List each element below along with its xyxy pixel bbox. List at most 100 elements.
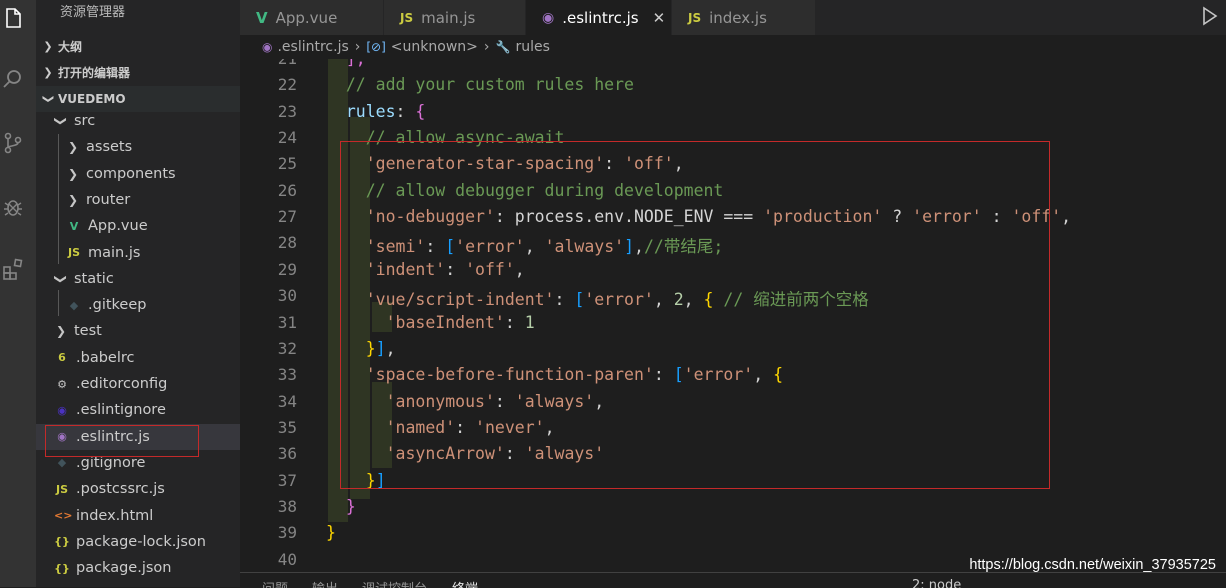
line-number: 36 — [277, 444, 297, 464]
wrench-icon: 🔧 — [495, 40, 511, 54]
tree-folder[interactable]: ❯ router — [36, 187, 240, 213]
tab-main-js[interactable]: JS main.js — [384, 0, 526, 35]
tree-folder[interactable]: ❯ assets — [36, 134, 240, 160]
line-number: 33 — [277, 365, 297, 385]
breadcrumb-item[interactable]: <unknown> — [391, 39, 478, 55]
chevron-right-icon: ❯ — [67, 192, 79, 207]
code-token: { — [415, 101, 426, 121]
tree-file[interactable]: <> index.html — [36, 503, 240, 529]
section-label: 大纲 — [58, 40, 83, 54]
tree-file[interactable]: ◉ .eslintignore — [36, 397, 240, 423]
code-line: 23 rules: { — [240, 102, 1226, 128]
tab-label: main.js — [421, 8, 476, 27]
editor-tabs: V App.vue JS main.js ◉ .eslintrc.js ✕ JS… — [240, 0, 1226, 35]
json-icon: {} — [54, 561, 70, 575]
chevron-right-icon: ❯ — [43, 66, 53, 79]
tree-file[interactable]: JS .postcssrc.js — [36, 476, 240, 502]
close-icon[interactable]: ✕ — [653, 9, 666, 27]
extensions-icon[interactable] — [0, 256, 26, 282]
line-number: 26 — [277, 180, 297, 200]
chevron-right-icon: ❯ — [43, 40, 53, 53]
line-number: 30 — [277, 286, 297, 306]
tree-file[interactable]: JS main.js — [36, 240, 240, 266]
js-icon: JS — [400, 10, 414, 25]
line-number: 27 — [277, 207, 297, 227]
tree-file[interactable]: 6 .babelrc — [36, 345, 240, 371]
tree-item-label: .eslintignore — [76, 402, 166, 419]
run-icon[interactable] — [1200, 4, 1220, 28]
explorer-title: 资源管理器 — [60, 5, 126, 20]
chevron-right-icon: › — [483, 39, 490, 55]
code-token: // add your custom rules here — [345, 75, 634, 95]
tree-folder[interactable]: ❯ static — [36, 266, 240, 292]
tree-file[interactable]: ◆ .gitkeep — [36, 292, 240, 318]
js-icon: JS — [55, 482, 68, 496]
line-number: 23 — [277, 101, 297, 121]
tree-file[interactable]: {} package-lock.json — [36, 529, 240, 555]
chevron-down-icon: ❯ — [54, 273, 68, 284]
code-line: 21 ], — [240, 59, 1226, 75]
code-text: rules: { — [326, 102, 425, 121]
js-icon: JS — [688, 10, 702, 25]
code-token: } — [326, 523, 336, 543]
highlight-box — [340, 141, 1050, 489]
outline-section-header[interactable]: ❯ 大纲 — [36, 34, 240, 60]
tree-item-label: .editorconfig — [76, 376, 168, 392]
chevron-down-icon: ❯ — [42, 94, 55, 104]
code-text: } — [326, 497, 356, 516]
tab-eslintrc-js[interactable]: ◉ .eslintrc.js ✕ — [526, 0, 672, 35]
breadcrumb-item[interactable]: .eslintrc.js — [277, 39, 348, 55]
tree-file[interactable]: {} package.json — [36, 555, 240, 581]
tree-file[interactable]: V App.vue — [36, 213, 240, 239]
tree-folder[interactable]: ❯ test — [36, 318, 240, 344]
line-number: 35 — [277, 417, 297, 437]
html-icon: <> — [54, 509, 73, 522]
tab-app-vue[interactable]: V App.vue — [240, 0, 384, 35]
eslint-icon: ◉ — [542, 9, 555, 26]
code-token: : — [395, 101, 416, 121]
search-icon[interactable] — [0, 66, 26, 92]
line-number: 32 — [277, 338, 297, 358]
breadcrumb: ◉ .eslintrc.js › [⊘] <unknown> › 🔧 rules — [240, 35, 1226, 59]
open-editors-section-header[interactable]: ❯ 打开的编辑器 — [36, 60, 240, 86]
tree-folder[interactable]: ❯ src — [36, 108, 240, 134]
explorer-sidebar: 资源管理器 ❯ 大纲 ❯ 打开的编辑器 ❯ VUEDEMO ❯ src ❯ asset… — [36, 0, 240, 587]
git-icon: ◆ — [57, 456, 67, 470]
line-number: 24 — [277, 128, 297, 148]
line-number: 38 — [277, 496, 297, 516]
tree-folder[interactable]: ❯ components — [36, 161, 240, 187]
tree-item-label: package-lock.json — [76, 533, 206, 550]
highlight-box — [45, 425, 199, 457]
chevron-right-icon: › — [354, 39, 361, 55]
line-number: 40 — [277, 549, 297, 569]
tree-item-label: .babelrc — [76, 349, 135, 366]
tab-label: index.js — [709, 8, 767, 27]
chevron-right-icon: ❯ — [55, 324, 67, 339]
tab-index-js[interactable]: JS index.js — [672, 0, 816, 35]
line-number: 39 — [277, 523, 297, 543]
breadcrumb-item[interactable]: rules — [515, 39, 549, 55]
code-line: 38 } — [240, 497, 1226, 523]
code-line: 22 // add your custom rules here — [240, 75, 1226, 101]
code-token: rules — [345, 101, 396, 121]
git-icon: ◆ — [69, 298, 79, 312]
tree-item-label: .gitkeep — [88, 297, 147, 314]
chevron-right-icon: ❯ — [67, 166, 79, 181]
files-icon[interactable] — [0, 6, 26, 32]
tab-label: App.vue — [275, 8, 338, 27]
code-token: , — [1061, 207, 1072, 227]
js-icon: JS — [67, 246, 80, 259]
code-text: } — [326, 523, 336, 542]
debug-icon[interactable] — [0, 194, 26, 220]
line-number: 31 — [277, 312, 297, 332]
code-text: ], — [326, 59, 366, 68]
source-control-icon[interactable] — [0, 130, 26, 156]
line-number: 22 — [277, 75, 297, 95]
line-number: 34 — [277, 391, 297, 411]
line-number: 37 — [277, 470, 297, 490]
code-editor[interactable]: 21 ],22 // add your custom rules here23 … — [240, 59, 1226, 572]
tree-item-label: static — [74, 270, 114, 287]
tree-file[interactable]: ⚙ .editorconfig — [36, 371, 240, 397]
